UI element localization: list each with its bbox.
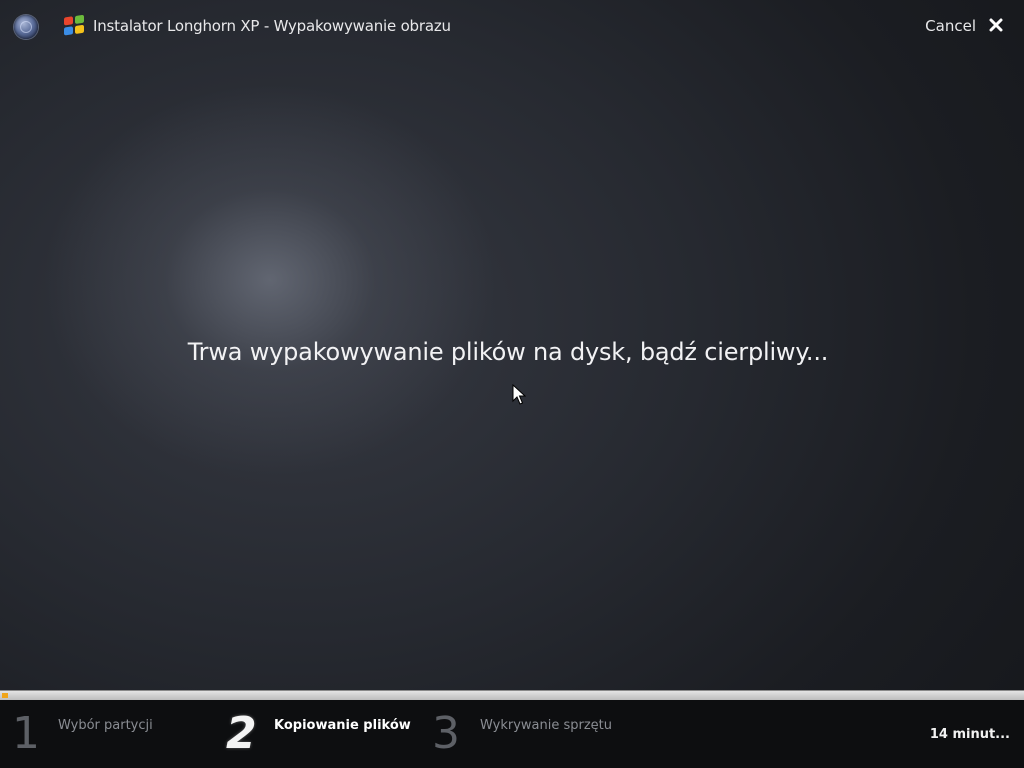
logo-yellow-pane <box>75 24 84 34</box>
step-number: 1 <box>12 708 40 759</box>
cancel-button[interactable]: Cancel <box>925 17 976 35</box>
step-number: 3 <box>432 708 460 759</box>
windows-logo-icon <box>64 14 86 37</box>
step-number: 2 <box>226 708 257 759</box>
status-message: Trwa wypakowywanie plików na dysk, bądź … <box>187 338 829 366</box>
globe-orb-ring <box>20 21 32 33</box>
steps-footer: 1 Wybór partycji 2 Kopiowanie plików 3 W… <box>0 700 1024 768</box>
time-remaining: 14 minut... <box>929 727 1010 742</box>
step-label: Kopiowanie plików <box>274 718 411 733</box>
logo-blue-pane <box>64 26 73 36</box>
step-label: Wykrywanie sprzętu <box>480 718 612 733</box>
close-x-icon[interactable] <box>988 17 1004 33</box>
step-label: Wybór partycji <box>58 718 153 733</box>
mouse-cursor-icon <box>512 383 527 406</box>
title-bar: Instalator Longhorn XP - Wypakowywanie o… <box>0 0 1024 56</box>
window-title: Instalator Longhorn XP - Wypakowywanie o… <box>93 17 451 35</box>
logo-green-pane <box>75 14 84 24</box>
progress-bar <box>0 690 1024 700</box>
globe-orb-icon[interactable] <box>14 15 38 39</box>
installer-screen: Instalator Longhorn XP - Wypakowywanie o… <box>0 0 1024 768</box>
progress-fill <box>2 693 8 698</box>
logo-red-pane <box>64 16 73 26</box>
